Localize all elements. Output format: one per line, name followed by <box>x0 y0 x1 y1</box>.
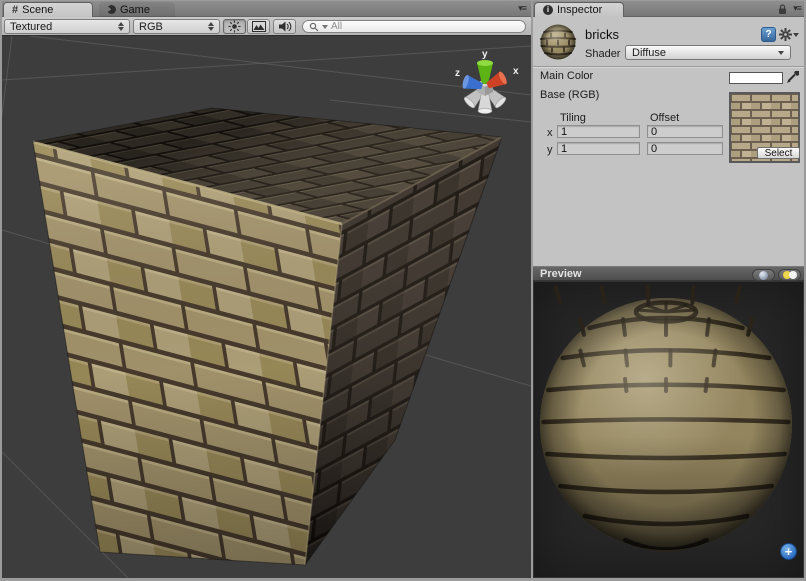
offset-label: Offset <box>650 112 679 124</box>
axis-y-label[interactable]: y <box>482 49 488 60</box>
updown-arrows-icon <box>118 22 124 31</box>
add-icon[interactable]: + <box>780 543 797 560</box>
tab-scene-label: Scene <box>22 4 53 16</box>
preview-body[interactable]: + <box>533 281 804 578</box>
updown-arrows-icon <box>208 22 214 31</box>
scene-pane: # Scene Game ▾≡ Textured RGB <box>2 1 531 578</box>
skybox-toggle-button[interactable] <box>247 19 270 34</box>
tab-scene[interactable]: # Scene <box>3 2 93 17</box>
lock-icon[interactable] <box>778 4 787 15</box>
scene-viewport[interactable]: y z x <box>2 36 531 578</box>
material-inspector: bricks Shader Diffuse ? <box>533 17 804 266</box>
scene-tabstrip: # Scene Game ▾≡ <box>2 1 531 17</box>
offset-y-field[interactable] <box>647 142 723 155</box>
preview-title: Preview <box>540 268 582 280</box>
lighting-toggle-button[interactable] <box>223 19 246 34</box>
light-toggle-icon <box>783 271 797 280</box>
tiling-label: Tiling <box>560 112 586 124</box>
draw-mode-dropdown[interactable]: Textured <box>4 19 130 34</box>
tab-inspector-label: Inspector <box>557 4 602 16</box>
tiling-x-field[interactable] <box>557 125 640 138</box>
panel-menu-icon[interactable]: ▾≡ <box>518 3 526 14</box>
draw-mode-value: Textured <box>10 21 112 33</box>
brick-cube[interactable] <box>33 108 502 565</box>
material-preview-sphere <box>533 281 804 578</box>
select-button[interactable]: Select <box>757 147 800 159</box>
material-name: bricks <box>585 27 619 42</box>
game-icon <box>107 5 116 14</box>
material-ball-thumbnail[interactable] <box>539 23 577 61</box>
x-row-label: x <box>547 127 553 139</box>
search-icon <box>309 22 319 32</box>
image-icon <box>252 21 266 32</box>
inspector-pane: i Inspector ▾≡ <box>533 1 804 578</box>
preview-header[interactable]: Preview <box>533 266 804 281</box>
tab-inspector[interactable]: i Inspector <box>534 2 624 17</box>
search-filter-arrow-icon <box>322 25 328 29</box>
chevron-down-icon <box>778 51 784 55</box>
tab-game-label: Game <box>120 4 150 16</box>
gear-glyph-icon <box>779 28 792 41</box>
chevron-down-icon <box>793 33 799 37</box>
color-mode-value: RGB <box>139 21 202 33</box>
tiling-y-field[interactable] <box>557 142 640 155</box>
panel-menu-icon[interactable]: ▾≡ <box>793 3 801 14</box>
main-color-label: Main Color <box>540 70 593 82</box>
color-mode-dropdown[interactable]: RGB <box>133 19 220 34</box>
sphere-preview-icon <box>759 271 768 280</box>
axis-gizmo[interactable]: y z x <box>455 49 519 114</box>
axis-x-label[interactable]: x <box>513 66 519 77</box>
preview-mesh-button[interactable] <box>752 269 775 281</box>
base-texture-label: Base (RGB) <box>540 89 599 101</box>
search-placeholder: All <box>331 21 342 32</box>
scene-toolbar: Textured RGB <box>2 17 531 36</box>
audio-toggle-button[interactable] <box>273 19 296 34</box>
base-texture-thumbnail[interactable]: Select <box>729 92 800 163</box>
divider <box>533 66 804 68</box>
axis-z-label[interactable]: z <box>455 68 460 79</box>
speaker-icon <box>278 20 292 33</box>
offset-x-field[interactable] <box>647 125 723 138</box>
scene-search-field[interactable]: All <box>302 20 526 33</box>
y-row-label: y <box>547 144 553 156</box>
shader-dropdown[interactable]: Diffuse <box>625 45 791 60</box>
inspector-tabstrip: i Inspector ▾≡ <box>533 1 804 17</box>
sun-icon <box>228 20 241 33</box>
gear-icon[interactable] <box>779 27 799 42</box>
preview-light-button[interactable] <box>778 269 801 281</box>
help-icon[interactable]: ? <box>761 27 776 42</box>
grid-icon: # <box>12 4 18 16</box>
info-icon: i <box>543 5 553 15</box>
main-color-swatch[interactable] <box>729 72 783 84</box>
tab-game[interactable]: Game <box>99 2 175 17</box>
shader-value: Diffuse <box>632 47 778 59</box>
unity-editor-window: # Scene Game ▾≡ Textured RGB <box>0 0 806 581</box>
eyedropper-icon[interactable] <box>786 70 800 84</box>
shader-label: Shader <box>585 48 620 60</box>
